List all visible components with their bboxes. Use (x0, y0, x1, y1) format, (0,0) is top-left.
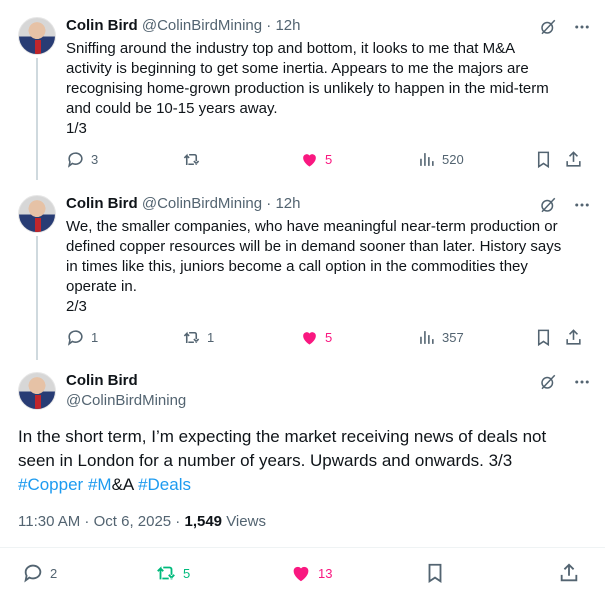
reply-button[interactable]: 1 (66, 328, 98, 347)
tweet-time[interactable]: 12h (275, 195, 300, 212)
avatar[interactable] (18, 195, 56, 233)
author-name[interactable]: Colin Bird (66, 17, 138, 34)
more-icon[interactable] (572, 372, 592, 392)
hashtag-copper[interactable]: #Copper (18, 475, 83, 494)
thread: Colin Bird @ColinBirdMining · 12h Sniffi… (0, 0, 605, 601)
retweet-button[interactable]: 5 (155, 562, 190, 584)
author-name[interactable]: Colin Bird (66, 195, 138, 212)
retweet-icon (157, 566, 175, 580)
more-icon[interactable] (572, 195, 592, 215)
share-icon (560, 563, 578, 582)
views-icon (420, 331, 434, 344)
retweet-icon (183, 331, 200, 344)
bookmark-button[interactable] (534, 150, 553, 169)
retweet-button[interactable]: 1 (182, 328, 214, 347)
like-button[interactable]: 5 (300, 150, 332, 169)
tweet-text: We, the smaller companies, who have mean… (66, 218, 562, 315)
like-icon (293, 566, 309, 582)
tweet-meta: 11:30 AM · Oct 6, 2025 · 1,549 Views (18, 513, 266, 530)
timestamp[interactable]: 11:30 AM · Oct 6, 2025 · (18, 513, 184, 530)
like-button[interactable]: 13 (290, 562, 332, 584)
author-handle[interactable]: @ColinBirdMining (142, 17, 262, 34)
reply-icon (67, 152, 83, 168)
share-icon (566, 151, 581, 167)
share-button[interactable] (564, 328, 583, 347)
thread-line (36, 236, 38, 360)
bookmark-button[interactable] (424, 562, 446, 584)
bookmark-icon (428, 563, 442, 583)
avatar[interactable] (18, 17, 56, 55)
retweet-icon (183, 153, 200, 166)
header-icons (538, 195, 592, 215)
grok-icon[interactable] (538, 195, 558, 215)
like-icon (303, 332, 316, 345)
tweet-header: Colin Bird @ColinBirdMining · 12h (66, 17, 301, 34)
tweet-time[interactable]: 12h (275, 17, 300, 34)
views-icon (420, 153, 434, 166)
reply-icon (67, 330, 83, 346)
share-button[interactable] (564, 150, 583, 169)
avatar[interactable] (18, 372, 56, 410)
reply-button[interactable]: 3 (66, 150, 98, 169)
divider (0, 547, 605, 548)
thread-line (36, 58, 38, 180)
bookmark-icon (537, 329, 550, 347)
share-button[interactable] (558, 562, 580, 584)
views-count: 1,549 (184, 513, 223, 530)
grok-icon[interactable] (538, 17, 558, 37)
like-icon (303, 154, 316, 167)
tweet-actions: 1 1 5 357 (66, 328, 586, 350)
reply-icon (24, 564, 42, 583)
main-tweet-actions: 2 5 13 (18, 562, 588, 586)
views-button[interactable]: 357 (417, 328, 464, 347)
tweet-header: Colin Bird @ColinBirdMining · 12h (66, 195, 301, 212)
hashtag-m[interactable]: #M (88, 475, 112, 494)
share-icon (566, 329, 581, 345)
header-icons (538, 372, 592, 392)
like-button[interactable]: 5 (300, 328, 332, 347)
retweet-button[interactable] (182, 150, 207, 169)
more-icon[interactable] (572, 17, 592, 37)
tweet-actions: 3 5 520 (66, 150, 586, 172)
bookmark-icon (537, 151, 550, 169)
grok-icon[interactable] (538, 372, 558, 392)
author-name[interactable]: Colin Bird (66, 372, 138, 389)
tweet-2[interactable]: Colin Bird @ColinBirdMining · 12h We, th… (0, 180, 605, 360)
main-tweet-text: In the short term, I’m expecting the mar… (18, 427, 547, 494)
views-button[interactable]: 520 (417, 150, 464, 169)
author-handle[interactable]: @ColinBirdMining (142, 195, 262, 212)
bookmark-button[interactable] (534, 328, 553, 347)
hashtag-deals[interactable]: #Deals (138, 475, 191, 494)
author-handle[interactable]: @ColinBirdMining (66, 392, 186, 409)
tweet-1[interactable]: Colin Bird @ColinBirdMining · 12h Sniffi… (0, 0, 605, 180)
reply-button[interactable]: 2 (22, 562, 57, 584)
tweet-text: Sniffing around the industry top and bot… (66, 40, 549, 137)
header-icons (538, 17, 592, 37)
